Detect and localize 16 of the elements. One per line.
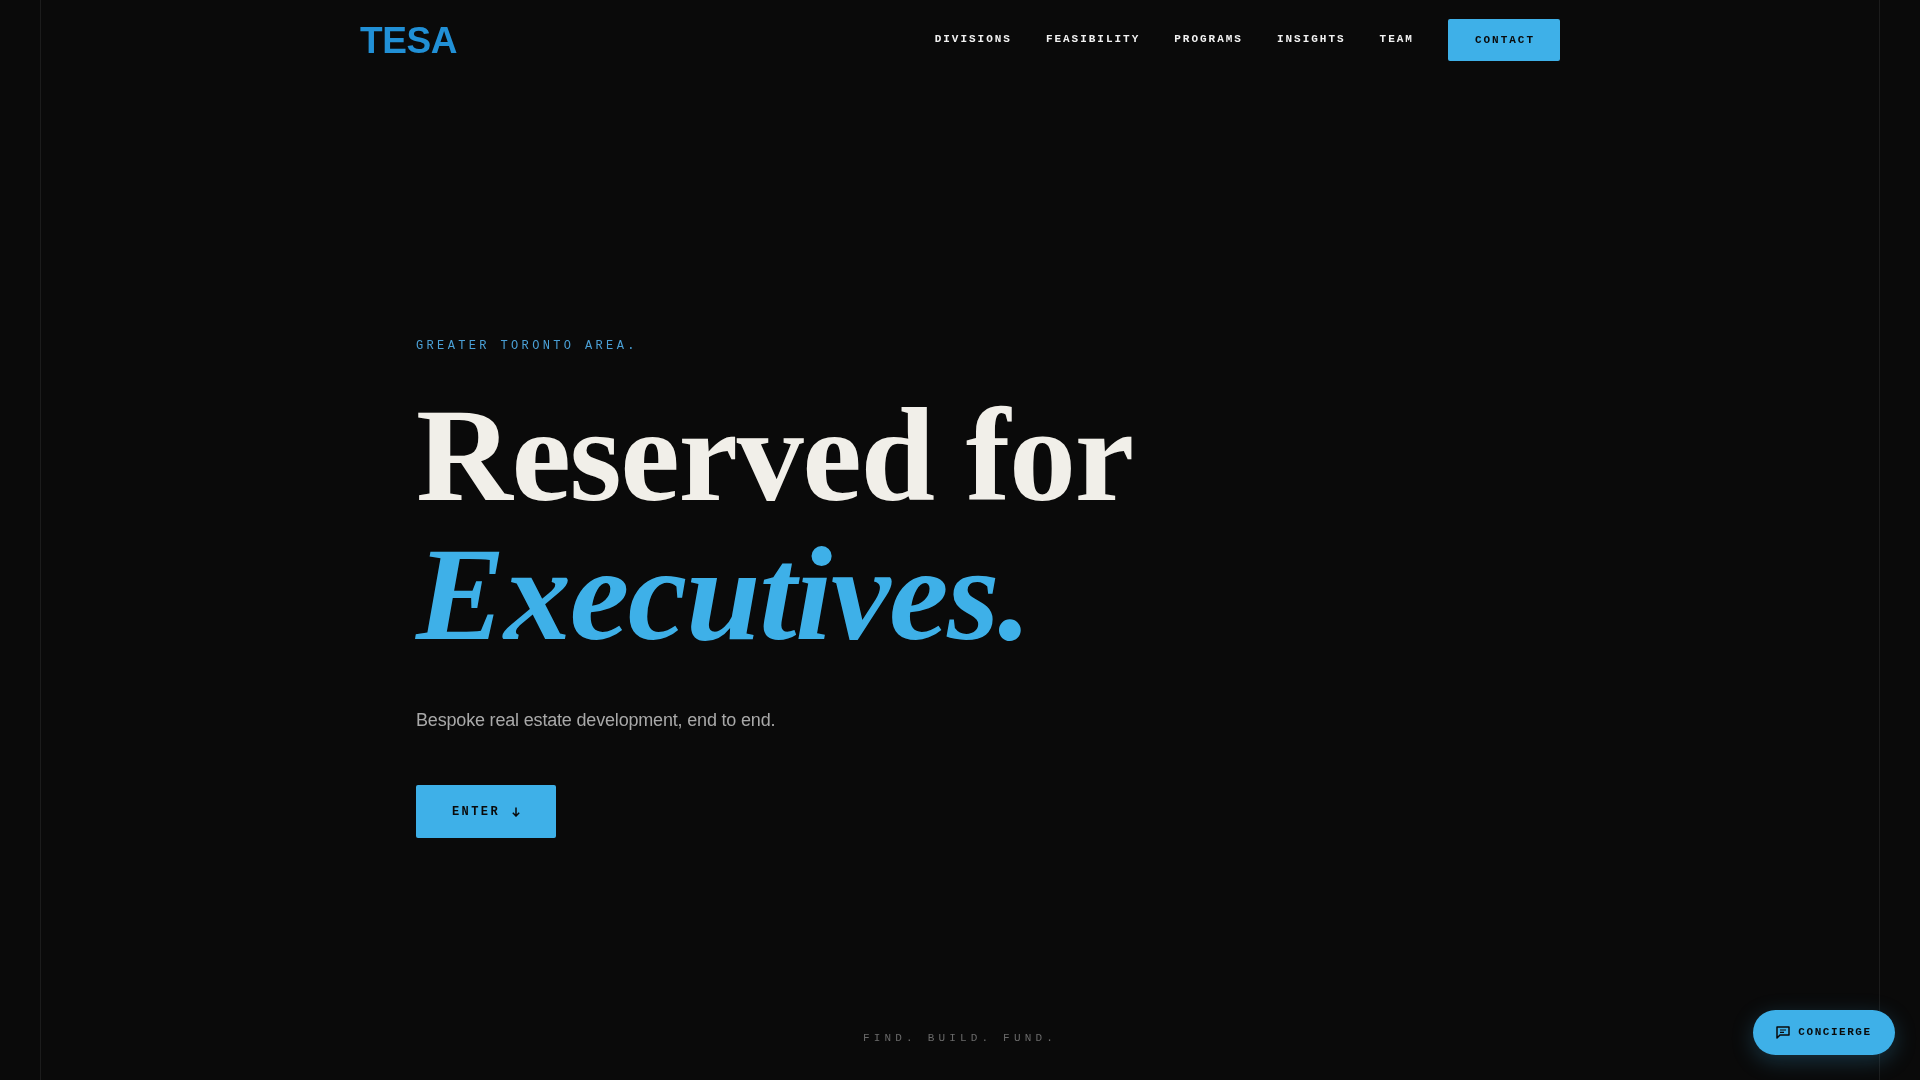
nav-link[interactable]: TEAM	[1379, 33, 1414, 47]
chat-bubble-icon	[1776, 1026, 1791, 1039]
concierge-button[interactable]: CONCIERGE	[1753, 1010, 1895, 1055]
contact-button[interactable]: CONTACT	[1447, 19, 1560, 61]
eyebrow-text: GREATER TORONTO AREA.	[416, 338, 639, 355]
nav-link[interactable]: PROGRAMS	[1174, 33, 1243, 47]
nav-link[interactable]: FEASIBILITY	[1045, 33, 1141, 47]
logo[interactable]: TESA	[360, 21, 458, 59]
nav-link[interactable]: INSIGHTS	[1276, 33, 1346, 47]
hero-subtitle: Bespoke real estate development, end to end.	[416, 709, 777, 732]
tagline-text: FIND. BUILD. FUND.	[862, 1032, 1058, 1044]
hero-title-accent: Executives.	[416, 525, 1031, 664]
enter-button[interactable]: ENTER	[416, 785, 556, 838]
hero-title: Reserved for	[416, 386, 1133, 525]
arrow-down-icon	[512, 806, 520, 817]
nav-link[interactable]: DIVISIONS	[934, 33, 1012, 47]
